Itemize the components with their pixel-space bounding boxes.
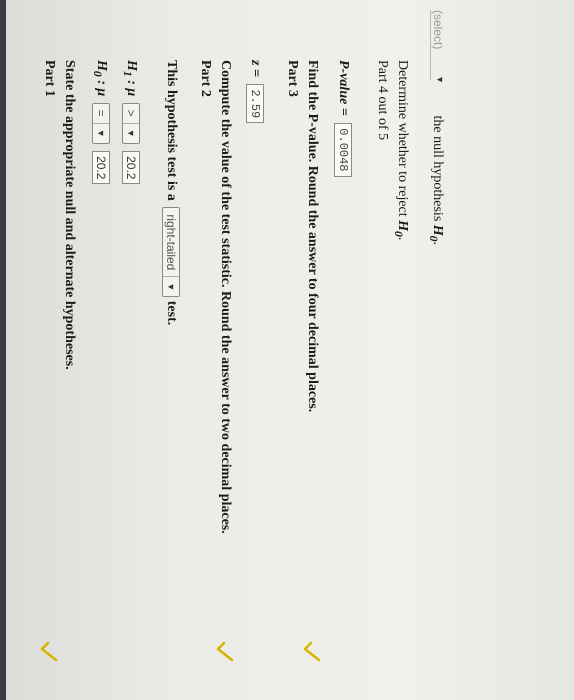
part4-instruction: Determine whether to reject H0. (392, 60, 410, 241)
reject-suffix-var: H0 (427, 224, 445, 242)
p-value-field[interactable]: 0.0048 (334, 123, 352, 177)
test-type-dropdown[interactable]: right-tailed ▼ (162, 207, 180, 298)
part3-instruction: Find the P-value. Round the answer to fo… (305, 60, 320, 413)
chevron-down-icon: ▼ (96, 128, 106, 138)
part4-instruction-text: Determine whether to reject (395, 60, 410, 217)
chevron-down-icon: ▼ (166, 282, 176, 292)
chevron-down-icon: ▼ (435, 75, 445, 84)
reject-suffix: the null hypothesis (430, 115, 445, 222)
h1-operator-dropdown[interactable]: > ▼ (122, 102, 140, 144)
part4-label: Part 4 out of 5 (375, 60, 390, 141)
h0-operator-dropdown[interactable]: = ▼ (92, 102, 110, 144)
h0-row: H0 : μ = ▼ 20.2 (90, 60, 110, 185)
test-type-suffix: test. (163, 300, 179, 326)
reject-select[interactable]: (select) ▼ (430, 10, 445, 84)
question-page: Part 1 State the appropriate null and al… (6, 0, 574, 700)
h0-symbol: H0 (90, 60, 109, 77)
h0-mu: : μ (93, 80, 109, 97)
checkmark-icon (214, 640, 236, 662)
p-label: P-value = (335, 60, 351, 116)
h0-value-field[interactable]: 20.2 (92, 151, 110, 185)
part2-instruction: Compute the value of the test statistic.… (218, 60, 233, 534)
part4-instruction-var: H0 (392, 220, 410, 237)
p-row: P-value = 0.0048 (334, 60, 352, 177)
test-type-prefix: This hypothesis test is a (163, 60, 179, 201)
h1-value-field[interactable]: 20.2 (122, 151, 140, 185)
h1-row: H1 : μ > ▼ 20.2 (120, 60, 140, 185)
test-type-row: This hypothesis test is a right-tailed ▼ … (162, 60, 180, 325)
z-row: z = 2.59 (246, 60, 264, 124)
reject-row: (select) ▼ the null hypothesis H0. (427, 10, 445, 245)
checkmark-icon (301, 640, 323, 662)
checkmark-icon (38, 640, 60, 662)
part1-label: Part 1 (42, 60, 57, 97)
chevron-down-icon: ▼ (126, 128, 136, 138)
screen: Part 1 State the appropriate null and al… (6, 0, 574, 700)
part3-label: Part 3 (285, 60, 300, 97)
z-value-field[interactable]: 2.59 (246, 84, 264, 124)
h1-mu: : μ (123, 80, 139, 97)
part1-instruction: State the appropriate null and alternate… (62, 60, 77, 370)
part2-label: Part 2 (198, 60, 213, 97)
z-label: z = (247, 60, 263, 77)
h1-symbol: H1 (120, 60, 139, 77)
